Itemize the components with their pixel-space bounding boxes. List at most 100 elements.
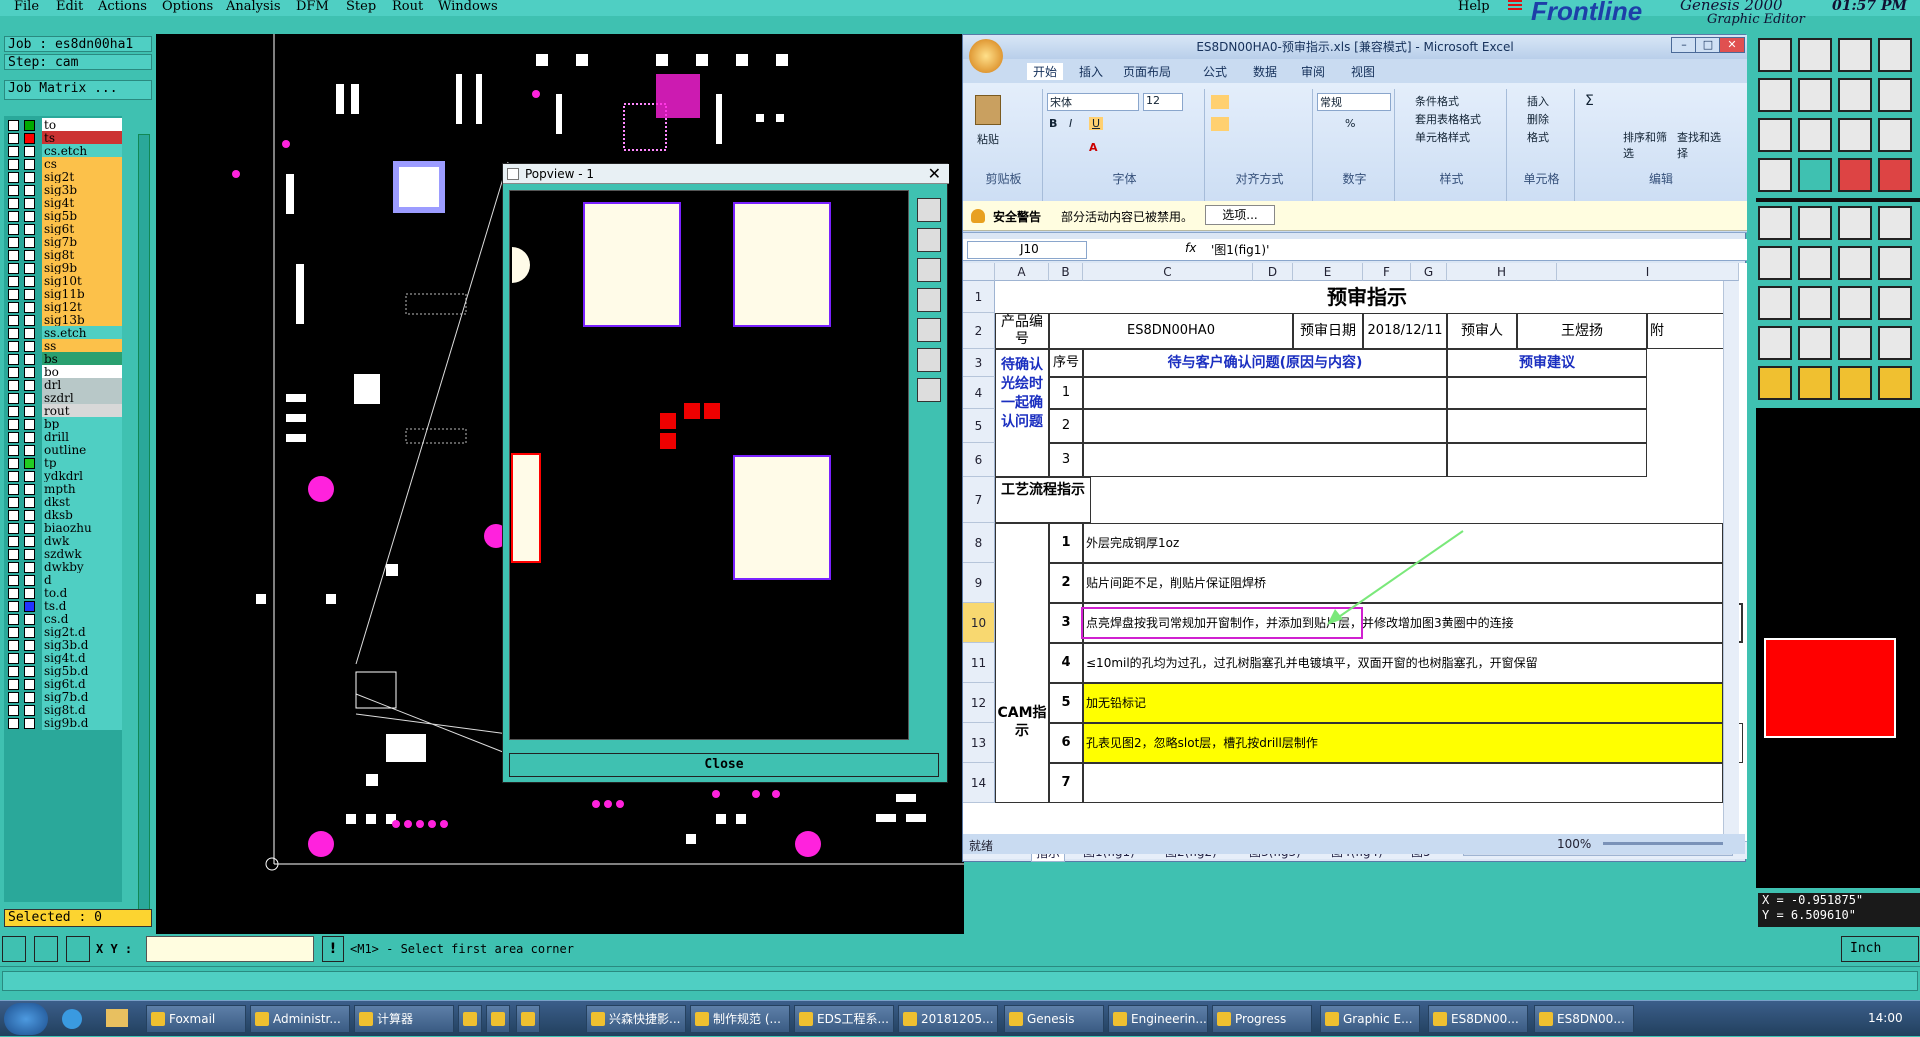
layer-checkbox[interactable] [8, 471, 19, 482]
layer-name[interactable]: to.d [42, 586, 122, 600]
taskbar-item[interactable]: Progress [1212, 1005, 1312, 1033]
zoom-home-icon[interactable] [917, 198, 941, 222]
layer-row[interactable]: dkst [4, 495, 122, 509]
product-no-value[interactable]: ES8DN00HA0 [1049, 313, 1293, 349]
layer-row[interactable]: sig2t.d [4, 625, 122, 639]
layer-name[interactable]: sig6t [42, 222, 122, 236]
col-header[interactable]: B [1049, 263, 1083, 281]
tab-view[interactable]: 视图 [1351, 63, 1375, 80]
layer-row[interactable]: szdwk [4, 547, 122, 561]
layer-name[interactable]: dksb [42, 508, 122, 522]
sum-icon[interactable]: Σ [1585, 93, 1594, 109]
instruction-cell[interactable] [1083, 763, 1723, 803]
row-header[interactable]: 7 [963, 477, 995, 523]
layer-row[interactable]: ss.etch [4, 326, 122, 340]
cell-styles-button[interactable]: 单元格样式 [1415, 129, 1470, 145]
layer-checkbox[interactable] [8, 445, 19, 456]
format-cells-button[interactable]: 格式 [1527, 129, 1549, 145]
instruction-cell-yellow[interactable]: 加无铅标记 [1083, 683, 1723, 723]
layer-name[interactable]: bs [42, 352, 122, 366]
layer-checkbox[interactable] [8, 523, 19, 534]
layer-row[interactable]: sig7b [4, 235, 122, 249]
font-size-select[interactable]: 12 [1143, 93, 1183, 111]
layer-checkbox[interactable] [8, 380, 19, 391]
tool-icon[interactable] [1758, 246, 1792, 280]
layer-name[interactable]: ts [42, 131, 122, 145]
layer-row[interactable]: sig6t [4, 222, 122, 236]
row-header[interactable]: 11 [963, 643, 995, 683]
layer-row[interactable]: sig5b.d [4, 664, 122, 678]
layer-row[interactable]: szdrl [4, 391, 122, 405]
seq-cell[interactable]: 4 [1049, 643, 1083, 683]
close-icon[interactable]: ✕ [928, 164, 941, 184]
layer-checkbox[interactable] [8, 159, 19, 170]
conditional-format-button[interactable]: 条件格式 [1415, 93, 1459, 109]
layer-checkbox[interactable] [8, 692, 19, 703]
layer-row[interactable]: sig4t.d [4, 651, 122, 665]
layer-row[interactable]: drl [4, 378, 122, 392]
taskbar-item[interactable]: Genesis [1004, 1005, 1104, 1033]
layer-name[interactable]: szdwk [42, 547, 122, 561]
tool-icon[interactable] [1878, 246, 1912, 280]
layer-affect-checkbox[interactable] [24, 133, 35, 144]
suggestion-cell[interactable] [1447, 409, 1647, 443]
seq-cell[interactable]: 3 [1049, 443, 1083, 477]
seq-cell[interactable]: 1 [1049, 377, 1083, 409]
layer-checkbox[interactable] [8, 289, 19, 300]
vertical-scrollbar[interactable] [1723, 281, 1739, 841]
layer-affect-checkbox[interactable] [24, 172, 35, 183]
col-header[interactable]: G [1411, 263, 1447, 281]
layer-name[interactable]: sig2t.d [42, 625, 122, 639]
tool-icon[interactable] [1758, 326, 1792, 360]
layer-name[interactable]: sig4t [42, 196, 122, 210]
layer-checkbox[interactable] [8, 237, 19, 248]
layer-row[interactable]: sig5b [4, 209, 122, 223]
layer-row[interactable]: bo [4, 365, 122, 379]
layer-row[interactable]: drill [4, 430, 122, 444]
layer-checkbox[interactable] [8, 263, 19, 274]
layer-name[interactable]: ydkdrl [42, 469, 122, 483]
layer-checkbox[interactable] [8, 679, 19, 690]
seq-cell[interactable]: 7 [1049, 763, 1083, 803]
align-top-icon[interactable] [1211, 95, 1229, 109]
layer-affect-checkbox[interactable] [24, 536, 35, 547]
layer-row[interactable]: sig9b [4, 261, 122, 275]
layer-checkbox[interactable] [8, 614, 19, 625]
layer-row[interactable]: sig4t [4, 196, 122, 210]
layer-checkbox[interactable] [8, 120, 19, 131]
issue-cell[interactable] [1083, 443, 1447, 477]
align-left-icon[interactable] [1211, 117, 1229, 131]
layer-row[interactable]: sig3b.d [4, 638, 122, 652]
insert-cells-button[interactable]: 插入 [1527, 93, 1549, 109]
row-header[interactable]: 1 [963, 281, 995, 313]
taskbar-item[interactable] [486, 1005, 510, 1033]
menu-step[interactable]: Step [346, 0, 376, 14]
layer-row[interactable]: cs.d [4, 612, 122, 626]
suggestion-cell[interactable] [1447, 443, 1647, 477]
menu-rout[interactable]: Rout [392, 0, 423, 14]
menu-actions[interactable]: Actions [98, 0, 147, 14]
taskbar-item[interactable]: 兴森快捷影... [586, 1005, 686, 1033]
layer-affect-checkbox[interactable] [24, 510, 35, 521]
tool-icon[interactable] [1838, 206, 1872, 240]
instruction-cell-yellow[interactable]: 孔表见图2，忽略slot层，槽孔按drill层制作 [1083, 723, 1723, 763]
start-button[interactable] [4, 1003, 48, 1035]
taskbar-item[interactable]: 制作规范 (... [690, 1005, 790, 1033]
layer-row[interactable]: biaozhu [4, 521, 122, 535]
pointer-icon[interactable] [1878, 366, 1912, 400]
taskbar-item[interactable] [458, 1005, 482, 1033]
issue-cell[interactable] [1083, 409, 1447, 443]
snap-icon[interactable] [2, 936, 26, 962]
layer-row[interactable]: d [4, 573, 122, 587]
layer-row[interactable]: dwk [4, 534, 122, 548]
tab-review[interactable]: 审阅 [1301, 63, 1325, 80]
tool-icon[interactable] [1798, 286, 1832, 320]
reviewer-value[interactable]: 王煜扬 [1517, 313, 1647, 349]
row-header[interactable]: 3 [963, 349, 995, 377]
ie-icon[interactable] [62, 1009, 82, 1029]
tool-icon[interactable] [1798, 326, 1832, 360]
tool-icon[interactable] [1838, 326, 1872, 360]
layer-row[interactable]: sig9b.d [4, 716, 122, 730]
layer-checkbox[interactable] [8, 354, 19, 365]
layer-name[interactable]: dkst [42, 495, 122, 509]
